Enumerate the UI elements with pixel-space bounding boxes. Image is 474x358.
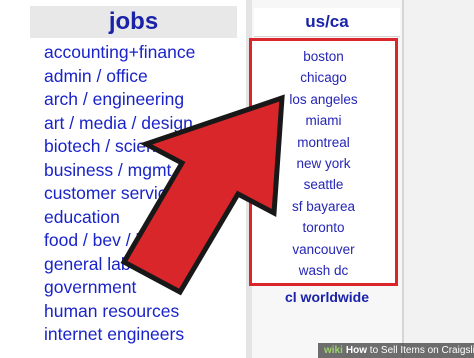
wikihow-logo-suffix: How: [345, 345, 368, 356]
red-arrow-icon: [120, 94, 285, 296]
wikihow-watermark: wiki How to Sell Items on Craigslist: [318, 343, 474, 358]
watermark-caption: to Sell Items on Craigslist: [369, 345, 474, 356]
wikihow-logo: wiki: [324, 345, 343, 356]
screenshot-stage: jobs accounting+finance admin / office a…: [0, 0, 474, 358]
